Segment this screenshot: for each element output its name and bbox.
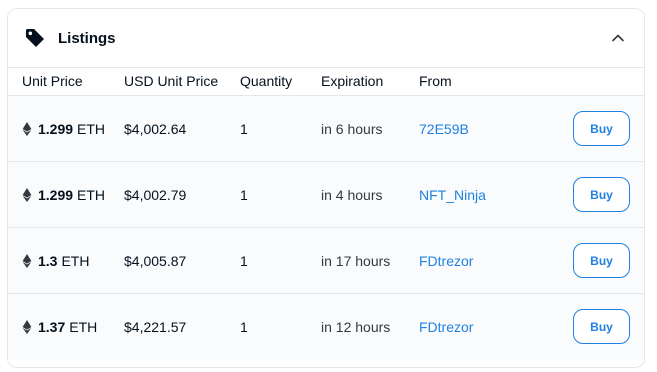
buy-button[interactable]: Buy [573, 111, 630, 146]
buy-button[interactable]: Buy [573, 309, 630, 344]
seller-link[interactable]: NFT_Ninja [419, 187, 486, 203]
listings-header[interactable]: Listings [8, 9, 644, 68]
price-value: 1.299 [38, 187, 74, 203]
price-tag-icon [24, 27, 46, 49]
col-unit-price: Unit Price [22, 73, 83, 89]
expiration-cell: in 17 hours [321, 253, 391, 269]
listing-row: 1.299 ETH $4,002.64 1 in 6 hours 72E59B … [8, 96, 644, 162]
quantity-cell: 1 [240, 319, 248, 335]
price-value: 1.3 [38, 253, 58, 269]
usd-price-cell: $4,005.87 [124, 253, 187, 269]
usd-price-cell: $4,221.57 [124, 319, 187, 335]
listing-row: 1.299 ETH $4,002.79 1 in 4 hours NFT_Nin… [8, 162, 644, 228]
listings-title: Listings [58, 29, 116, 47]
unit-price-cell: 1.299 ETH [22, 121, 105, 137]
listings-panel: Listings Unit Price USD Unit Price Quant… [7, 8, 645, 368]
price-value: 1.299 [38, 121, 74, 137]
listing-row: 1.37 ETH $4,221.57 1 in 12 hours FDtrezo… [8, 294, 644, 360]
listing-row: 1.3 ETH $4,005.87 1 in 17 hours FDtrezor… [8, 228, 644, 294]
ethereum-icon [22, 320, 32, 334]
expiration-cell: in 12 hours [321, 319, 391, 335]
expiration-cell: in 6 hours [321, 121, 383, 137]
expiration-cell: in 4 hours [321, 187, 383, 203]
price-currency: ETH [77, 187, 106, 203]
quantity-cell: 1 [240, 253, 248, 269]
unit-price-cell: 1.37 ETH [22, 319, 97, 335]
usd-price-cell: $4,002.64 [124, 121, 187, 137]
buy-button[interactable]: Buy [573, 177, 630, 212]
price-currency: ETH [61, 253, 90, 269]
price-currency: ETH [69, 319, 98, 335]
seller-link[interactable]: 72E59B [419, 121, 469, 137]
price-value: 1.37 [38, 319, 66, 335]
col-usd-unit-price: USD Unit Price [124, 73, 219, 89]
price-currency: ETH [77, 121, 106, 137]
seller-link[interactable]: FDtrezor [419, 319, 473, 335]
ethereum-icon [22, 122, 32, 136]
buy-button[interactable]: Buy [573, 243, 630, 278]
col-from: From [419, 73, 452, 89]
chevron-up-icon[interactable] [608, 28, 628, 48]
col-expiration: Expiration [321, 73, 384, 89]
unit-price-cell: 1.299 ETH [22, 187, 105, 203]
unit-price-cell: 1.3 ETH [22, 253, 89, 269]
quantity-cell: 1 [240, 121, 248, 137]
column-headers: Unit Price USD Unit Price Quantity Expir… [8, 68, 644, 96]
ethereum-icon [22, 188, 32, 202]
col-quantity: Quantity [240, 73, 293, 89]
usd-price-cell: $4,002.79 [124, 187, 187, 203]
quantity-cell: 1 [240, 187, 248, 203]
seller-link[interactable]: FDtrezor [419, 253, 473, 269]
ethereum-icon [22, 254, 32, 268]
